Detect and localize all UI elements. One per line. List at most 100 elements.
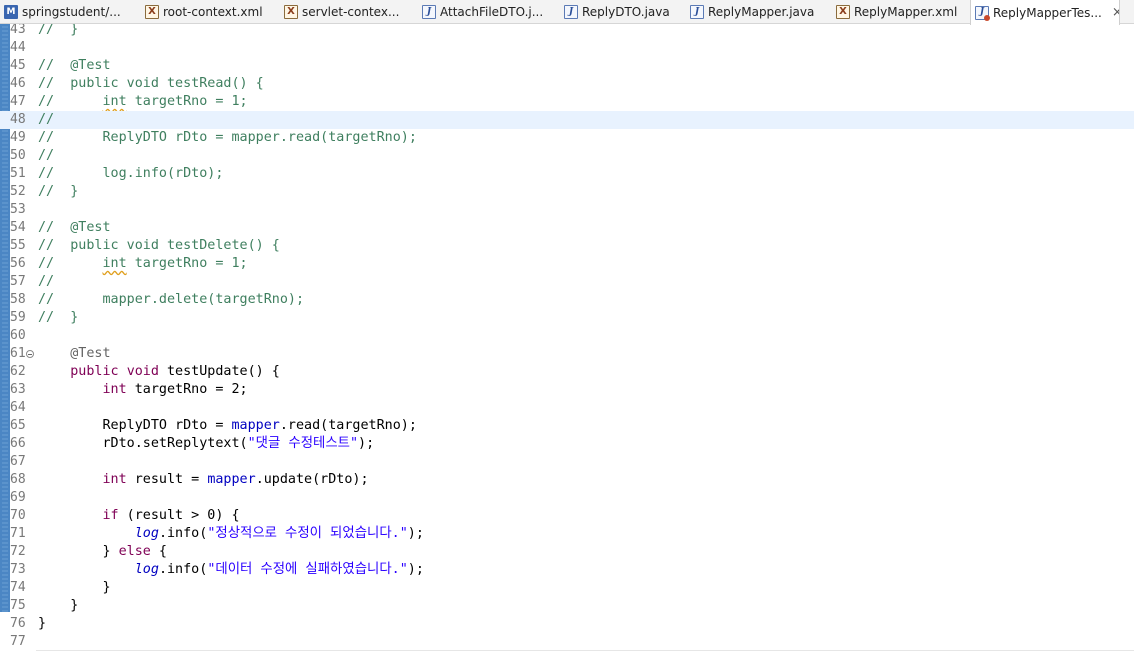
code-token: "댓글 수정테스트" <box>247 436 359 451</box>
code-line[interactable]: 48 // <box>0 111 1134 129</box>
java-test-file-icon: J <box>975 5 990 21</box>
code-line[interactable]: 72 } else { <box>0 543 1134 561</box>
java-file-icon: J <box>422 5 436 19</box>
code-line[interactable]: 43 // } <box>0 24 1134 39</box>
code-line[interactable]: 59 // } <box>0 309 1134 327</box>
code-line[interactable]: 69 <box>0 489 1134 507</box>
line-number: 77 <box>10 634 26 649</box>
code-line[interactable]: 52 // } <box>0 183 1134 201</box>
tab-label: ReplyDTO.java <box>582 5 670 19</box>
tab-replymapper-xml[interactable]: X ReplyMapper.xml <box>832 0 968 24</box>
tab-springstudent-pom[interactable]: M springstudent/... <box>0 0 140 24</box>
tab-servlet-context-xml[interactable]: X servlet-contex... <box>280 0 416 24</box>
line-number: 71 <box>10 526 26 541</box>
tab-replydto-java[interactable]: J ReplyDTO.java <box>560 0 684 24</box>
code-line[interactable]: 76} <box>0 615 1134 633</box>
code-text: // } <box>38 183 78 201</box>
code-line[interactable]: 66 rDto.setReplytext("댓글 수정테스트"); <box>0 435 1134 453</box>
tab-label: servlet-contex... <box>302 5 400 19</box>
line-number: 51 <box>10 166 26 181</box>
editor-tab-bar: M springstudent/... X root-context.xml X… <box>0 0 1134 25</box>
code-text: log.info("데이터 수정에 실패하였습니다."); <box>38 561 424 579</box>
code-text: if (result > 0) { <box>38 507 240 525</box>
xml-file-icon: X <box>284 5 298 19</box>
line-number: 69 <box>10 490 26 505</box>
tab-root-context-xml[interactable]: X root-context.xml <box>141 0 278 24</box>
code-line[interactable]: 47 // int targetRno = 1; <box>0 93 1134 111</box>
code-token: log <box>134 562 159 577</box>
line-number: 55 <box>10 238 26 253</box>
code-token: ); <box>407 562 424 577</box>
code-line[interactable]: 75 } <box>0 597 1134 615</box>
code-token: // mapper.delete(targetRno); <box>38 292 305 307</box>
code-token: { <box>150 544 167 559</box>
code-text: rDto.setReplytext("댓글 수정테스트"); <box>38 435 374 453</box>
line-number: 50 <box>10 148 26 163</box>
code-text: // int targetRno = 1; <box>38 93 248 111</box>
tab-label: root-context.xml <box>163 5 263 19</box>
code-line[interactable]: 63 int targetRno = 2; <box>0 381 1134 399</box>
code-line[interactable]: 51 // log.info(rDto); <box>0 165 1134 183</box>
line-number: 46 <box>10 76 26 91</box>
code-text: int result = mapper.update(rDto); <box>38 471 369 489</box>
line-number: 45 <box>10 58 26 73</box>
code-line[interactable]: 53 <box>0 201 1134 219</box>
java-file-icon: J <box>690 5 704 19</box>
line-number: 74 <box>10 580 26 595</box>
code-line[interactable]: 71 log.info("정상적으로 수정이 되었습니다."); <box>0 525 1134 543</box>
code-line[interactable]: 45 // @Test <box>0 57 1134 75</box>
code-text: } <box>38 615 46 633</box>
code-token: // } <box>38 310 79 325</box>
code-token: } <box>38 544 119 559</box>
maven-pom-icon: M <box>4 5 18 19</box>
code-text: // @Test <box>38 219 111 237</box>
code-line[interactable]: 73 log.info("데이터 수정에 실패하였습니다."); <box>0 561 1134 579</box>
code-editor[interactable]: 43 // } 44 45 // @Test 46 // public void testR… <box>0 24 1134 654</box>
code-line[interactable]: 56 // int targetRno = 1; <box>0 255 1134 273</box>
line-number: 70 <box>10 508 26 523</box>
code-line[interactable]: 60 <box>0 327 1134 345</box>
code-line[interactable]: 70 if (result > 0) { <box>0 507 1134 525</box>
code-token: // <box>38 256 103 271</box>
code-line[interactable]: 74 } <box>0 579 1134 597</box>
line-number: 47 <box>10 94 26 109</box>
code-line[interactable]: 50 // <box>0 147 1134 165</box>
tab-replymapper-java[interactable]: J ReplyMapper.java <box>686 0 830 24</box>
code-line[interactable]: 58 // mapper.delete(targetRno); <box>0 291 1134 309</box>
code-text: public void testUpdate() { <box>38 363 280 381</box>
code-token: // <box>38 148 55 163</box>
code-line[interactable]: 57 // <box>0 273 1134 291</box>
close-icon[interactable]: × <box>1112 5 1119 20</box>
code-line[interactable]: 68 int result = mapper.update(rDto); <box>0 471 1134 489</box>
code-line[interactable]: 64 <box>0 399 1134 417</box>
code-token: // <box>38 112 55 127</box>
code-line[interactable]: 54 // @Test <box>0 219 1134 237</box>
code-text: ReplyDTO rDto = mapper.read(targetRno); <box>38 417 417 435</box>
code-line[interactable]: 62 public void testUpdate() { <box>0 363 1134 381</box>
code-line[interactable]: 67 <box>0 453 1134 471</box>
code-text: // log.info(rDto); <box>38 165 223 183</box>
code-line[interactable]: 55 // public void testDelete() { <box>0 237 1134 255</box>
code-line[interactable]: 61 @Test <box>0 345 1134 363</box>
code-line[interactable]: 46 // public void testRead() { <box>0 75 1134 93</box>
line-number: 65 <box>10 418 26 433</box>
line-number: 68 <box>10 472 26 487</box>
line-number: 49 <box>10 130 26 145</box>
code-line[interactable]: 44 <box>0 39 1134 57</box>
code-line[interactable]: 49 // ReplyDTO rDto = mapper.read(targetR… <box>0 129 1134 147</box>
code-token: .read(targetRno); <box>279 418 417 433</box>
fold-toggle-icon[interactable] <box>26 350 34 358</box>
tab-replymappertest-java[interactable]: J ReplyMapperTes... × <box>970 0 1120 25</box>
line-number: 62 <box>10 364 26 379</box>
tab-attachfiledto-java[interactable]: J AttachFileDTO.j... <box>418 0 558 24</box>
code-token: .info( <box>158 526 208 541</box>
code-token: "데이터 수정에 실패하였습니다." <box>207 562 408 577</box>
line-number: 64 <box>10 400 26 415</box>
code-line[interactable]: 77 <box>0 633 1134 651</box>
line-number: 54 <box>10 220 26 235</box>
line-number: 73 <box>10 562 26 577</box>
code-line[interactable]: 65 ReplyDTO rDto = mapper.read(targetRno… <box>0 417 1134 435</box>
